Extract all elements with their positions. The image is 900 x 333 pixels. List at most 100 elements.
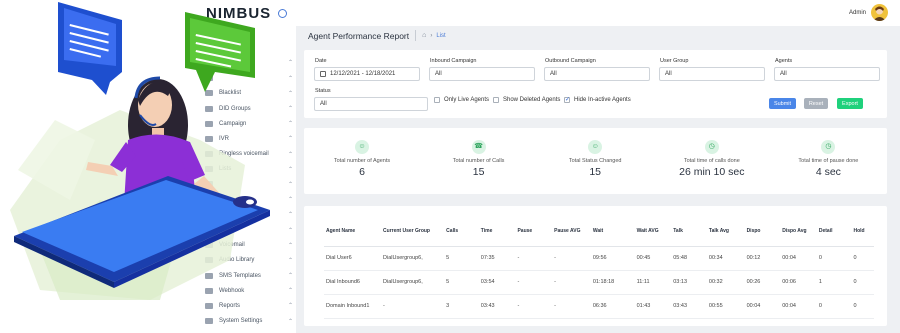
table-cell: 03:43 [478,294,516,319]
column-header[interactable]: Agent Name [324,220,382,247]
stat-value: 4 sec [815,166,841,178]
column-header[interactable]: Wait AVG [634,220,672,247]
status-value: All [320,101,327,107]
agents-value: All [780,71,787,77]
calendar-icon [320,71,326,77]
stat-value: 26 min 10 sec [679,166,745,178]
outbound-campaign-label: Outbound Campaign [545,58,596,64]
table-cell: 00:55 [706,294,745,319]
status-select[interactable]: All [314,97,428,111]
table-cell[interactable]: 1 [816,270,852,295]
clock-icon: ◷ [704,140,719,154]
column-header[interactable]: Detail [816,220,852,247]
date-label: Date [315,58,327,64]
inbound-campaign-select[interactable]: All [429,67,535,81]
table-cell: 3 [444,294,479,319]
hide-inactive-agents-label: Hide In-active Agents [574,97,631,103]
breadcrumb: Agent Performance Report ⌂ › List [308,30,446,41]
table-cell: Domain Inbound1 [324,294,382,319]
table-row[interactable]: Dial User6 DialUsergroup6, 5 07:35- -09:56 00… [324,246,874,271]
breadcrumb-current[interactable]: List [436,33,445,39]
column-header[interactable]: Talk [671,220,707,247]
table-cell: 05:48 [671,246,707,271]
table-cell: 00:26 [744,270,781,295]
table-cell[interactable]: 0 [816,246,852,271]
table-cell: 07:35 [478,246,516,271]
stat-label: Total time of calls done [683,158,740,164]
hide-inactive-agents-checkbox[interactable]: Hide In-active Agents [564,96,631,103]
home-icon[interactable]: ⌂ [422,32,426,39]
column-header[interactable]: Time [478,220,516,247]
table-cell: DialUsergroup6, [381,246,445,271]
clock-icon: ◷ [821,140,836,154]
table-cell: Dial User6 [324,246,382,271]
table-cell: 03:54 [478,270,516,295]
column-header[interactable]: Talk Avg [706,220,745,247]
table-cell: 00:04 [744,294,781,319]
user-group-select[interactable]: All [659,67,765,81]
date-range-value: 12/12/2021 - 12/18/2021 [330,71,396,77]
breadcrumb-divider [415,30,417,41]
column-header[interactable]: Pause [515,220,553,247]
user-avatar[interactable] [871,4,888,21]
checkbox-checked [564,96,570,103]
table-cell: 00:32 [706,270,745,295]
avatar-icon [873,6,886,21]
green-chat-bubble-icon [185,12,255,92]
stat-card: ◷ Total time of calls done 26 min 10 sec [654,128,770,194]
page-title: Agent Performance Report [308,30,410,41]
user-icon: ☺ [588,140,603,154]
agent-performance-table: Agent Name Current User Group Calls Time Pau… [324,220,874,319]
table-row[interactable]: Dial Inbound6 DialUsergroup6, 5 03:54- -01:1… [324,270,874,295]
table-body: Dial User6 DialUsergroup6, 5 07:35- -09:56 00… [324,246,874,319]
stat-label: Total number of Agents [333,158,391,164]
agents-select[interactable]: All [774,67,880,81]
column-header[interactable]: Hold [851,220,874,247]
report-table-card: Agent Name Current User Group Calls Time Pau… [304,206,887,326]
user-icon: ☺ [355,140,369,154]
table-cell: 00:45 [634,246,672,271]
table-cell: 11:11 [634,270,672,295]
show-deleted-agents-checkbox[interactable]: Show Deleted Agents [493,97,560,103]
table-cell: 09:56 [590,246,635,271]
column-header[interactable]: Calls [444,220,479,247]
stat-label: Total number of Calls [452,158,505,164]
table-cell: 0 [851,270,874,295]
table-cell: - [515,270,553,295]
table-cell: Dial Inbound6 [324,270,382,295]
only-live-agents-checkbox[interactable]: Only Live Agents [434,97,489,103]
column-header[interactable]: Current User Group [381,220,445,247]
inbound-campaign-label: Inbound Campaign [430,58,477,64]
table-cell: - [381,294,445,319]
table-cell: 00:04 [780,294,817,319]
column-header[interactable]: Dispo Avg [780,220,817,247]
stat-card: ☺ Total number of Agents 6 [304,128,420,194]
table-cell: 01:43 [634,294,672,319]
blue-chat-bubble-icon [58,2,122,95]
chevron-right-icon: › [430,32,433,39]
date-range-input[interactable]: 12/12/2021 - 12/18/2021 [314,67,420,81]
table-cell: 03:43 [671,294,707,319]
table-cell: 00:06 [780,270,817,295]
stat-value: 6 [359,166,365,178]
table-cell: 0 [851,294,874,319]
outbound-campaign-select[interactable]: All [544,67,650,81]
table-cell: - [515,246,553,271]
table-cell: - [552,246,591,271]
export-button[interactable]: Export [837,98,863,109]
phone-icon: ☎ [471,140,486,154]
user-name[interactable]: Admin [849,10,866,16]
call-agent-illustration [10,2,270,300]
submit-button[interactable]: Submit [769,98,796,109]
table-cell: - [552,270,591,295]
table-cell: 01:18:18 [590,270,635,295]
column-header[interactable]: Dispo [744,220,781,247]
column-header[interactable]: Wait [590,220,635,247]
reset-button[interactable]: Reset [804,98,828,109]
column-header[interactable]: Pause AVG [552,220,591,247]
filter-panel: Date 12/12/2021 - 12/18/2021 Inbound Cam… [304,50,887,118]
table-row[interactable]: Domain Inbound1-3 03:43- -06:36 01:43 03:43 0… [324,294,874,319]
table-cell[interactable]: 0 [816,294,852,319]
table-header-row: Agent Name Current User Group Calls Time Pau… [324,220,874,247]
user-group-label: User Group [660,58,689,64]
